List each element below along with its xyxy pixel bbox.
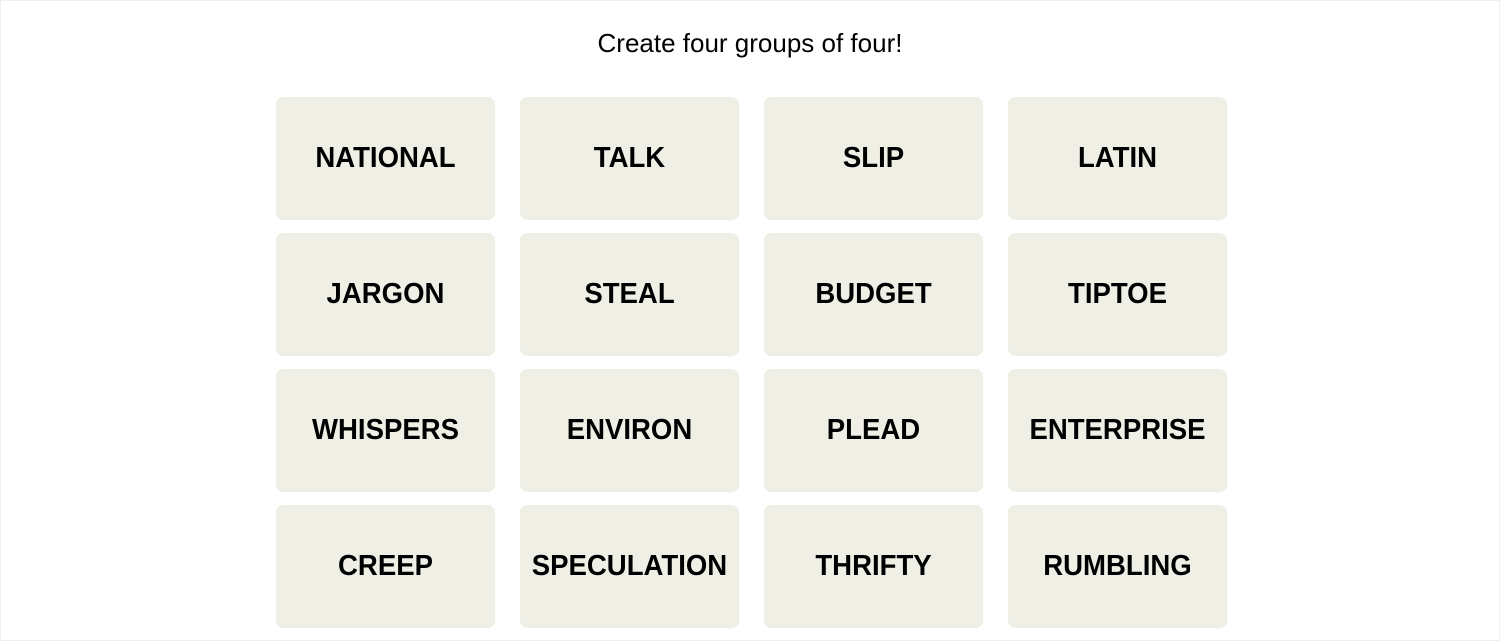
word-tile[interactable]: CREEP: [275, 505, 496, 628]
word-tile[interactable]: WHISPERS: [275, 369, 496, 492]
word-tile[interactable]: PLEAD: [763, 369, 984, 492]
word-tile[interactable]: TALK: [519, 97, 740, 220]
word-grid: NATIONAL TALK SLIP LATIN JARGON STEAL BU…: [270, 97, 1233, 628]
word-tile[interactable]: TIPTOE: [1007, 233, 1228, 356]
word-tile[interactable]: NATIONAL: [275, 97, 496, 220]
word-tile[interactable]: BUDGET: [763, 233, 984, 356]
word-tile[interactable]: JARGON: [275, 233, 496, 356]
word-tile[interactable]: THRIFTY: [763, 505, 984, 628]
word-tile[interactable]: SPECULATION: [519, 505, 740, 628]
word-tile[interactable]: SLIP: [763, 97, 984, 220]
word-tile[interactable]: ENVIRON: [519, 369, 740, 492]
word-tile[interactable]: ENTERPRISE: [1007, 369, 1228, 492]
word-tile[interactable]: STEAL: [519, 233, 740, 356]
word-tile[interactable]: LATIN: [1007, 97, 1228, 220]
word-tile[interactable]: RUMBLING: [1007, 505, 1228, 628]
instructions-text: Create four groups of four!: [597, 28, 903, 58]
